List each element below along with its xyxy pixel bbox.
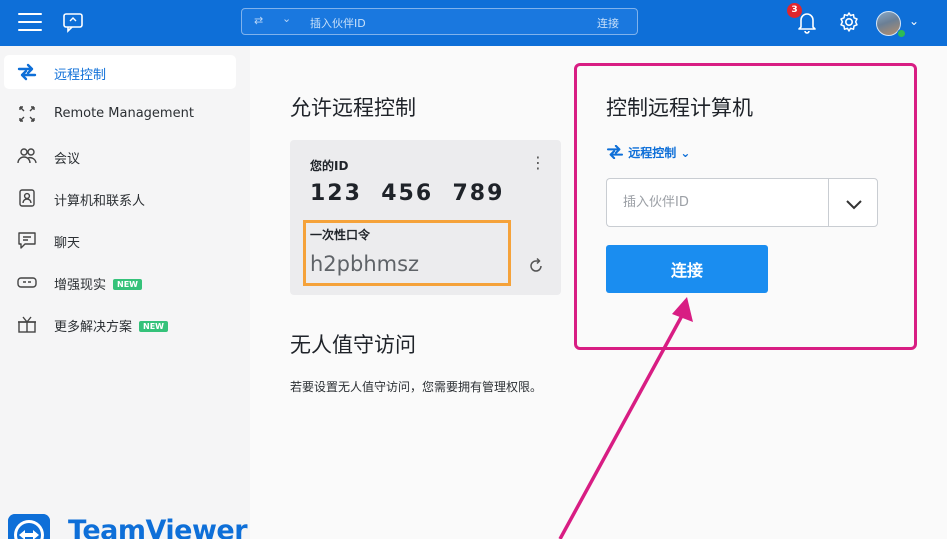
chat-icon — [18, 232, 36, 249]
sidebar-item-computers-contacts[interactable]: 计算机和联系人 — [4, 181, 236, 215]
arrows-icon: ⇄ — [254, 14, 264, 27]
sidebar-item-label: 聊天 — [54, 236, 81, 251]
chat-icon[interactable] — [62, 11, 84, 33]
sidebar-item-augmented-reality[interactable]: 增强现实 NEW — [4, 265, 236, 299]
chevron-down-icon — [846, 200, 862, 210]
one-time-password-value[interactable]: h2pbhmsz — [310, 252, 419, 276]
gear-icon[interactable] — [838, 11, 860, 33]
search-placeholder: 插入伙伴ID — [310, 17, 366, 30]
sidebar-item-label: 计算机和联系人 — [54, 194, 146, 209]
sidebar-item-remote-control[interactable]: 远程控制 — [4, 55, 236, 89]
control-remote-computer-title: 控制远程计算机 — [606, 96, 753, 120]
unattended-access-title: 无人值守访问 — [290, 333, 416, 357]
ar-glasses-icon — [17, 277, 37, 288]
sidebar-item-label: 会议 — [54, 152, 81, 167]
gift-icon — [18, 316, 36, 333]
chevron-down-icon[interactable]: ⌄ — [909, 14, 919, 28]
people-icon — [17, 148, 37, 164]
new-badge: NEW — [139, 321, 168, 332]
sidebar-item-more-solutions[interactable]: 更多解决方案 NEW — [4, 307, 236, 341]
partner-id-input[interactable] — [606, 178, 829, 227]
sidebar-item-remote-management[interactable]: Remote Management — [4, 97, 236, 131]
one-time-password-label: 一次性口令 — [310, 228, 371, 242]
arrows-icon — [606, 145, 624, 159]
unattended-access-description: 若要设置无人值守访问，您需要拥有管理权限。 — [290, 380, 543, 394]
sidebar-item-meeting[interactable]: 会议 — [4, 139, 236, 173]
new-badge: NEW — [113, 279, 142, 290]
arrows-icon — [17, 63, 37, 81]
allow-remote-control-title: 允许远程控制 — [290, 96, 416, 120]
hamburger-icon[interactable] — [18, 13, 42, 33]
refresh-icon[interactable] — [527, 257, 545, 275]
connection-mode-label: 远程控制 — [628, 146, 677, 160]
online-status-dot — [897, 29, 906, 38]
search-connect-button[interactable]: 连接 — [597, 15, 619, 31]
your-id-value[interactable]: 123 456 789 — [310, 181, 504, 206]
notification-badge: 3 — [787, 3, 802, 18]
expand-icon — [19, 106, 35, 122]
your-id-label: 您的ID — [310, 159, 349, 173]
sidebar-item-label: 远程控制 — [54, 68, 107, 83]
partner-history-dropdown[interactable] — [828, 178, 878, 227]
more-options-icon[interactable]: ⋮ — [530, 153, 546, 172]
chevron-down-icon[interactable]: ⌄ — [282, 12, 291, 25]
connect-button[interactable]: 连接 — [606, 245, 768, 293]
sidebar-item-label: Remote Management — [54, 106, 194, 121]
teamviewer-logo-icon — [8, 514, 50, 539]
teamviewer-logo-text: TeamViewer — [68, 515, 248, 539]
sidebar-item-label: 更多解决方案 NEW — [54, 316, 168, 335]
sidebar-item-label: 增强现实 NEW — [54, 274, 142, 293]
sidebar-item-chat[interactable]: 聊天 — [4, 223, 236, 257]
partner-id-search[interactable]: ⇄ ⌄ 插入伙伴ID 连接 — [241, 8, 638, 35]
contact-card-icon — [19, 189, 35, 207]
chevron-down-icon: ⌄ — [680, 146, 691, 160]
teamviewer-logo: TeamViewer — [8, 512, 248, 539]
connection-mode-dropdown[interactable]: 远程控制 ⌄ — [606, 144, 690, 164]
